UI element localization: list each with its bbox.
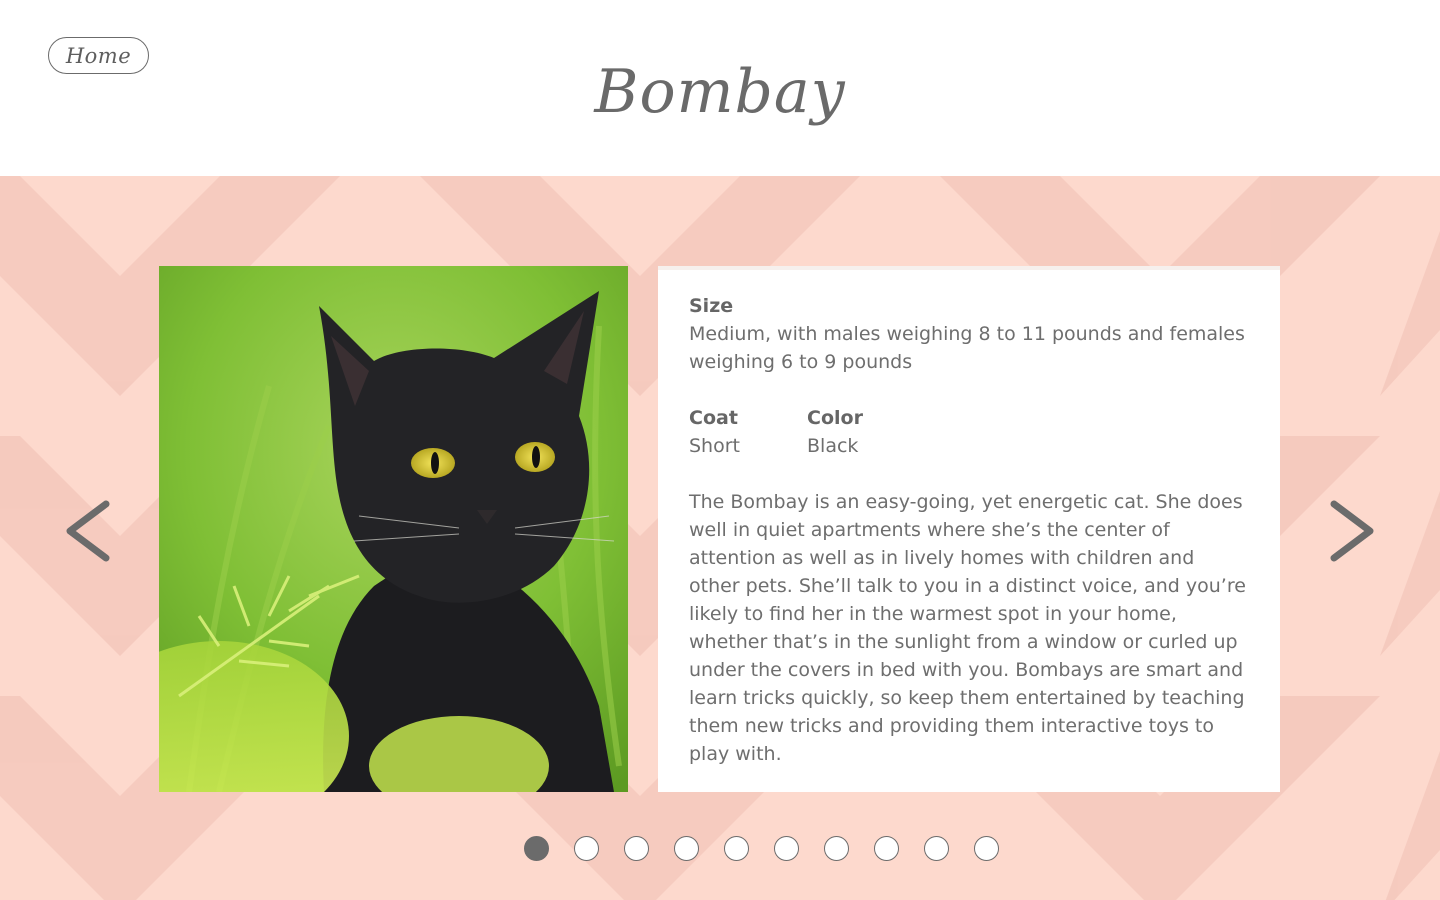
pagination-dot-8[interactable] bbox=[874, 836, 899, 861]
attributes-row: Coat Short Color Black bbox=[689, 404, 1250, 460]
color-label: Color bbox=[807, 407, 863, 429]
coat-value: Short bbox=[689, 435, 740, 457]
breed-carousel: Size Medium, with males weighing 8 to 11… bbox=[0, 176, 1440, 900]
pagination-dot-7[interactable] bbox=[824, 836, 849, 861]
pagination-dot-10[interactable] bbox=[974, 836, 999, 861]
pagination-dot-3[interactable] bbox=[624, 836, 649, 861]
pagination-dot-9[interactable] bbox=[924, 836, 949, 861]
chevron-right-icon[interactable] bbox=[1326, 498, 1378, 564]
pagination-dot-4[interactable] bbox=[674, 836, 699, 861]
chevron-left-icon[interactable] bbox=[62, 498, 114, 564]
pagination-dot-5[interactable] bbox=[724, 836, 749, 861]
size-label: Size bbox=[689, 295, 734, 317]
pagination-dot-2[interactable] bbox=[574, 836, 599, 861]
breed-info-card: Size Medium, with males weighing 8 to 11… bbox=[658, 266, 1280, 792]
carousel-pagination bbox=[524, 836, 1024, 861]
cat-photo bbox=[159, 266, 628, 792]
size-value: Medium, with males weighing 8 to 11 poun… bbox=[689, 323, 1245, 373]
page-header: Home Bombay bbox=[0, 0, 1440, 176]
pagination-dot-6[interactable] bbox=[774, 836, 799, 861]
breed-description: The Bombay is an easy-going, yet energet… bbox=[689, 491, 1246, 765]
color-attribute: Color Black bbox=[807, 404, 863, 460]
pagination-dot-1[interactable] bbox=[524, 836, 549, 861]
color-value: Black bbox=[807, 435, 859, 457]
page-title: Bombay bbox=[594, 57, 846, 127]
coat-label: Coat bbox=[689, 407, 738, 429]
coat-attribute: Coat Short bbox=[689, 404, 807, 460]
bombay-cat-image bbox=[159, 266, 628, 792]
